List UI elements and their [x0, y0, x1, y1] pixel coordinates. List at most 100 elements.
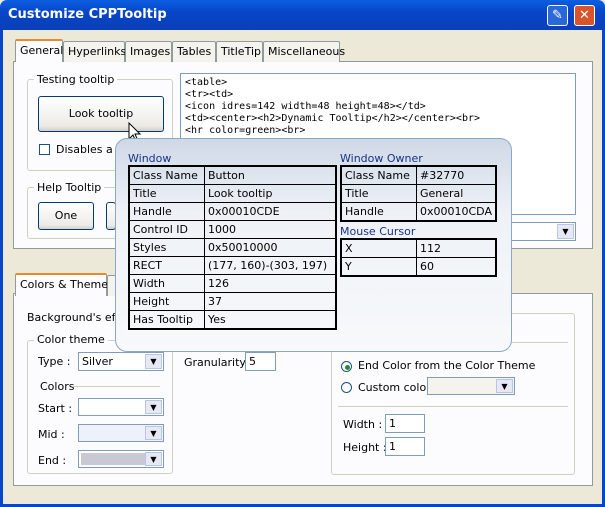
type-label: Type : — [38, 355, 71, 368]
code-line: <table> — [185, 77, 228, 88]
window-table: Class Name Button Title Look tooltip Handle 0… — [128, 165, 337, 330]
code-line: <icon idres=142 width=48 height=48></td> — [185, 101, 426, 112]
owner-table: Class Name #32770 Title General Handle 0x0001… — [340, 165, 497, 222]
tooltip-row: Has Tooltip Yes — [128, 310, 337, 330]
mid-color-picker[interactable]: ▼ — [78, 424, 164, 442]
row-value: 0x00010CDE — [204, 202, 337, 221]
end-color-swatch — [81, 453, 145, 465]
end-color-picker[interactable]: ▼ — [78, 450, 164, 468]
row-value: 37 — [204, 292, 337, 311]
row-key: Has Tooltip — [128, 310, 205, 330]
background-effect-label: Background's effe — [27, 311, 126, 324]
code-line: <hr color=green><br> — [185, 125, 306, 136]
row-value: Button — [204, 165, 337, 185]
row-key: Width — [128, 274, 205, 293]
code-line: <td><center><h2>Dynamic Tooltip</h2></ce… — [185, 113, 481, 124]
tooltip-row: Class Name #32770 — [340, 165, 497, 185]
row-value: General — [416, 184, 497, 203]
row-key: Class Name — [340, 165, 417, 185]
close-icon[interactable]: ✕ — [574, 5, 595, 26]
tooltip-row: Title Look tooltip — [128, 184, 337, 203]
tooltip-row: Handle 0x00010CDA — [340, 202, 497, 222]
tooltip-row: Title General — [340, 184, 497, 203]
tab-tables[interactable]: Tables — [172, 41, 216, 62]
tooltip-row: Control ID 1000 — [128, 220, 337, 239]
tab-colors-themes[interactable]: Colors & Themes — [15, 273, 114, 296]
row-key: Styles — [128, 238, 205, 257]
granularity-label: Granularity : — [184, 356, 254, 369]
custom-color-radio[interactable] — [341, 382, 352, 393]
row-value: 126 — [204, 274, 337, 293]
end-label: End : — [38, 454, 67, 467]
tooltip-row: Handle 0x00010CDE — [128, 202, 337, 221]
tooltip-row: Width 126 — [128, 274, 337, 293]
start-label: Start : — [38, 402, 73, 415]
chevron-down-icon: ▼ — [557, 224, 574, 239]
tooltip-row: Class Name Button — [128, 165, 337, 185]
row-key: Handle — [128, 202, 205, 221]
tab-hyperlinks[interactable]: Hyperlinks — [63, 41, 126, 62]
tooltip-row: RECT (177, 160)-(303, 197) — [128, 256, 337, 275]
testing-tooltip-label: Testing tooltip — [34, 73, 118, 86]
tab-miscellaneous[interactable]: Miscellaneous — [263, 41, 345, 62]
one-button[interactable]: One — [38, 202, 94, 230]
help-tooltip-label: Help Tooltip — [34, 181, 105, 194]
row-value: 60 — [416, 257, 497, 277]
row-value: Yes — [204, 310, 337, 330]
row-value: 1000 — [204, 220, 337, 239]
tab-titletip[interactable]: TitleTip — [216, 41, 263, 62]
colors-divider — [72, 386, 160, 387]
window-section-title: Window — [128, 152, 172, 165]
tooltip-row: Styles 0x50010000 — [128, 238, 337, 257]
row-key: Control ID — [128, 220, 205, 239]
chevron-down-icon: ▼ — [145, 354, 162, 369]
mid-label: Mid : — [38, 428, 65, 441]
tab-general[interactable]: General — [15, 39, 63, 62]
code-line: <tr><td> — [185, 89, 234, 100]
theme-type-value: Silver — [82, 355, 113, 368]
row-key: X — [340, 238, 417, 258]
row-key: Class Name — [128, 165, 205, 185]
cursor-section-title: Mouse Cursor — [340, 225, 416, 238]
row-key: Title — [340, 184, 417, 203]
chevron-down-icon: ▼ — [145, 452, 162, 466]
row-value: #32770 — [416, 165, 497, 185]
row-value: 112 — [416, 238, 497, 258]
row-key: Title — [128, 184, 205, 203]
look-tooltip-button[interactable]: Look tooltip — [38, 96, 164, 132]
chevron-down-icon: ▼ — [145, 426, 162, 440]
end-color-theme-label: End Color from the Color Theme — [358, 359, 536, 372]
chevron-down-icon: ▼ — [145, 400, 162, 414]
height-input[interactable]: 1 — [385, 437, 425, 456]
end-color-theme-radio[interactable] — [341, 361, 352, 372]
chevron-down-icon: ▼ — [496, 379, 513, 393]
width-input[interactable]: 1 — [385, 414, 425, 433]
start-color-picker[interactable]: ▼ — [78, 398, 164, 416]
height-label: Height : — [343, 441, 387, 454]
tooltip-row: Height 37 — [128, 292, 337, 311]
dynamic-tooltip: Window Class Name Button Title Look tooltip… — [115, 138, 512, 352]
pin-icon[interactable]: ✎ — [547, 5, 568, 26]
width-label: Width : — [343, 418, 383, 431]
color-theme-label: Color theme — [34, 333, 108, 346]
owner-section-title: Window Owner — [340, 152, 423, 165]
tab-images[interactable]: Images — [125, 41, 172, 62]
row-value: 0x00010CDA — [416, 202, 497, 222]
disables-label: Disables a b — [56, 143, 124, 156]
cursor-table: X 112 Y 60 — [340, 238, 497, 277]
custom-color-label: Custom color — [358, 381, 431, 394]
custom-color-picker[interactable]: ▼ — [427, 377, 515, 395]
theme-type-select[interactable]: Silver ▼ — [78, 352, 164, 371]
granularity-input[interactable]: 5 — [245, 352, 276, 371]
tooltip-row: X 112 — [340, 238, 497, 258]
window-title: Customize CPPTooltip — [8, 7, 167, 22]
disables-checkbox[interactable] — [39, 144, 50, 155]
row-key: Y — [340, 257, 417, 277]
row-key: Height — [128, 292, 205, 311]
row-value: (177, 160)-(303, 197) — [204, 256, 337, 275]
row-value: 0x50010000 — [204, 238, 337, 257]
row-key: RECT — [128, 256, 205, 275]
row-value: Look tooltip — [204, 184, 337, 203]
colors-label: Colors — [40, 380, 75, 393]
end-color-divider-bottom — [338, 406, 568, 407]
